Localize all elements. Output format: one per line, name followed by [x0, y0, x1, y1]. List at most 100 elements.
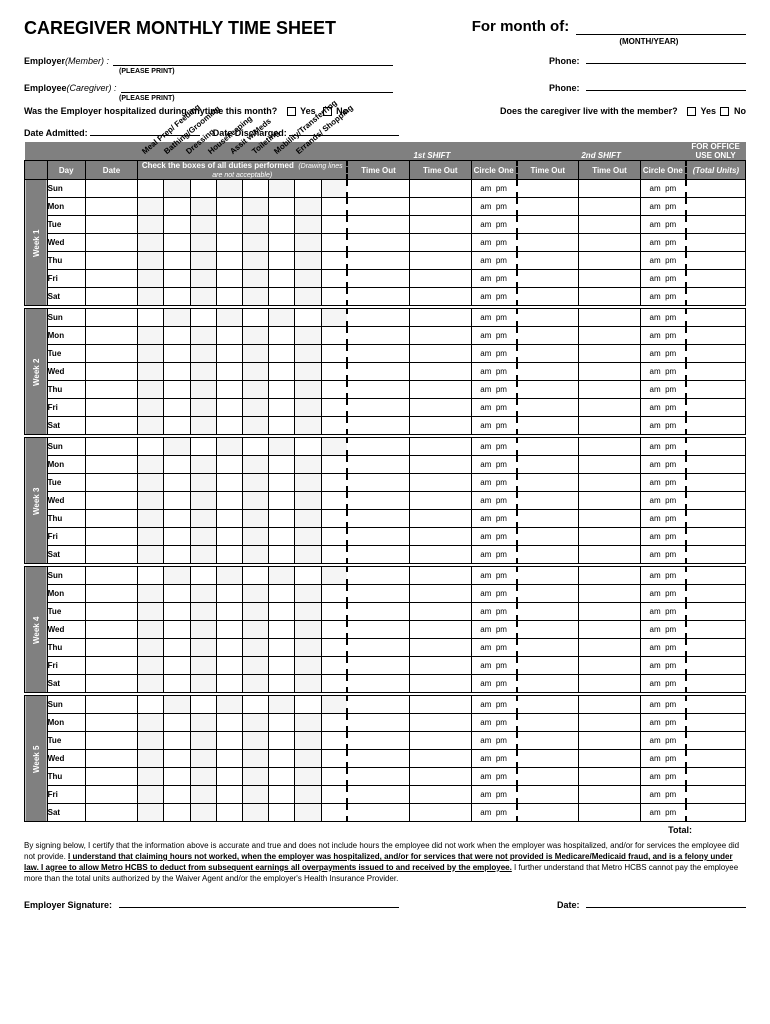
duty-checkbox[interactable]: [243, 567, 269, 585]
duty-checkbox[interactable]: [243, 528, 269, 546]
duty-checkbox[interactable]: [190, 216, 216, 234]
time-out-input[interactable]: [409, 510, 471, 528]
duty-checkbox[interactable]: [269, 216, 295, 234]
duty-checkbox[interactable]: [190, 621, 216, 639]
duty-checkbox[interactable]: [138, 621, 164, 639]
duty-checkbox[interactable]: [269, 234, 295, 252]
duty-checkbox[interactable]: [190, 345, 216, 363]
duty-checkbox[interactable]: [138, 750, 164, 768]
sig-date-input[interactable]: [586, 896, 746, 908]
time-out-input[interactable]: [409, 438, 471, 456]
time-out-input[interactable]: [579, 567, 641, 585]
duty-checkbox[interactable]: [164, 585, 190, 603]
time-out-input[interactable]: [517, 567, 579, 585]
duty-checkbox[interactable]: [243, 327, 269, 345]
ampm-circle[interactable]: am pm: [640, 546, 685, 564]
duty-checkbox[interactable]: [243, 585, 269, 603]
duty-checkbox[interactable]: [216, 732, 242, 750]
time-out-input[interactable]: [347, 603, 409, 621]
time-out-input[interactable]: [347, 492, 409, 510]
duty-checkbox[interactable]: [138, 309, 164, 327]
ampm-circle[interactable]: am pm: [471, 216, 516, 234]
duty-checkbox[interactable]: [243, 252, 269, 270]
duty-checkbox[interactable]: [216, 768, 242, 786]
duty-checkbox[interactable]: [138, 456, 164, 474]
duty-checkbox[interactable]: [164, 804, 190, 822]
date-input[interactable]: [85, 363, 137, 381]
duty-checkbox[interactable]: [295, 621, 321, 639]
date-input[interactable]: [85, 786, 137, 804]
time-out-input[interactable]: [347, 417, 409, 435]
time-out-input[interactable]: [409, 288, 471, 306]
duty-checkbox[interactable]: [321, 288, 347, 306]
time-out-input[interactable]: [347, 198, 409, 216]
duty-checkbox[interactable]: [321, 621, 347, 639]
duty-checkbox[interactable]: [216, 567, 242, 585]
ampm-circle[interactable]: am pm: [471, 252, 516, 270]
duty-checkbox[interactable]: [295, 603, 321, 621]
duty-checkbox[interactable]: [295, 732, 321, 750]
duty-checkbox[interactable]: [216, 585, 242, 603]
time-out-input[interactable]: [517, 621, 579, 639]
duty-checkbox[interactable]: [164, 510, 190, 528]
date-input[interactable]: [85, 399, 137, 417]
time-out-input[interactable]: [517, 456, 579, 474]
duty-checkbox[interactable]: [216, 621, 242, 639]
duty-checkbox[interactable]: [321, 363, 347, 381]
duty-checkbox[interactable]: [138, 675, 164, 693]
duty-checkbox[interactable]: [216, 639, 242, 657]
duty-checkbox[interactable]: [269, 327, 295, 345]
ampm-circle[interactable]: am pm: [640, 345, 685, 363]
time-out-input[interactable]: [579, 696, 641, 714]
time-out-input[interactable]: [517, 438, 579, 456]
ampm-circle[interactable]: am pm: [471, 714, 516, 732]
duty-checkbox[interactable]: [138, 216, 164, 234]
date-input[interactable]: [85, 456, 137, 474]
ampm-circle[interactable]: am pm: [640, 657, 685, 675]
ampm-circle[interactable]: am pm: [640, 510, 685, 528]
duty-checkbox[interactable]: [269, 696, 295, 714]
duty-checkbox[interactable]: [138, 567, 164, 585]
duty-checkbox[interactable]: [321, 399, 347, 417]
duty-checkbox[interactable]: [269, 198, 295, 216]
time-out-input[interactable]: [347, 639, 409, 657]
time-out-input[interactable]: [347, 234, 409, 252]
time-out-input[interactable]: [517, 198, 579, 216]
duty-checkbox[interactable]: [190, 474, 216, 492]
duty-checkbox[interactable]: [190, 567, 216, 585]
duty-checkbox[interactable]: [321, 768, 347, 786]
duty-checkbox[interactable]: [190, 198, 216, 216]
duty-checkbox[interactable]: [164, 546, 190, 564]
duty-checkbox[interactable]: [190, 510, 216, 528]
duty-checkbox[interactable]: [190, 750, 216, 768]
duty-checkbox[interactable]: [138, 603, 164, 621]
duty-checkbox[interactable]: [269, 345, 295, 363]
date-input[interactable]: [85, 567, 137, 585]
time-out-input[interactable]: [409, 639, 471, 657]
ampm-circle[interactable]: am pm: [471, 804, 516, 822]
duty-checkbox[interactable]: [164, 657, 190, 675]
duty-checkbox[interactable]: [164, 567, 190, 585]
time-out-input[interactable]: [409, 234, 471, 252]
duty-checkbox[interactable]: [138, 528, 164, 546]
duty-checkbox[interactable]: [164, 381, 190, 399]
duty-checkbox[interactable]: [164, 252, 190, 270]
duty-checkbox[interactable]: [190, 603, 216, 621]
duty-checkbox[interactable]: [243, 417, 269, 435]
time-out-input[interactable]: [579, 585, 641, 603]
time-out-input[interactable]: [517, 804, 579, 822]
duty-checkbox[interactable]: [269, 804, 295, 822]
duty-checkbox[interactable]: [138, 345, 164, 363]
duty-checkbox[interactable]: [216, 417, 242, 435]
duty-checkbox[interactable]: [164, 309, 190, 327]
duty-checkbox[interactable]: [190, 675, 216, 693]
duty-checkbox[interactable]: [295, 216, 321, 234]
duty-checkbox[interactable]: [321, 309, 347, 327]
duty-checkbox[interactable]: [243, 180, 269, 198]
ampm-circle[interactable]: am pm: [471, 345, 516, 363]
duty-checkbox[interactable]: [295, 546, 321, 564]
duty-checkbox[interactable]: [295, 438, 321, 456]
duty-checkbox[interactable]: [190, 381, 216, 399]
employer-input[interactable]: [113, 54, 393, 66]
phone-input-1[interactable]: [586, 52, 746, 64]
